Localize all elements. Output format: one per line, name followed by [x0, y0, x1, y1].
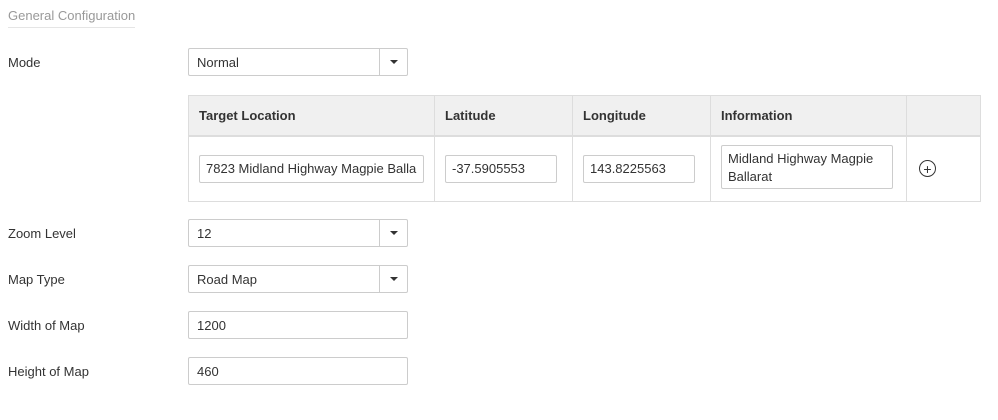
height-of-map-label: Height of Map [8, 364, 89, 379]
width-of-map-label: Width of Map [8, 318, 85, 333]
map-type-dropdown-toggle[interactable] [379, 266, 407, 292]
longitude-cell [572, 135, 711, 202]
information-cell: Midland Highway Magpie Ballarat [710, 135, 907, 202]
plus-circle-icon[interactable]: + [919, 160, 936, 178]
column-header-information: Information [710, 95, 907, 137]
section-title: General Configuration [8, 8, 136, 28]
caret-down-icon [389, 60, 398, 64]
mode-select[interactable]: Normal [188, 48, 408, 76]
zoom-level-select-value: 12 [197, 225, 212, 241]
table-header-row: Target Location Latitude Longitude Infor… [188, 95, 981, 137]
width-of-map-input[interactable] [188, 311, 408, 339]
target-location-input[interactable] [199, 154, 424, 183]
mode-label: Mode [8, 55, 41, 70]
actions-cell: + [906, 135, 981, 202]
general-configuration-page: General Configuration Mode Normal Target… [0, 0, 998, 420]
latitude-cell [434, 135, 573, 202]
height-of-map-input[interactable] [188, 357, 408, 385]
column-header-actions [906, 95, 981, 137]
map-type-label: Map Type [8, 272, 65, 287]
zoom-level-select[interactable]: 12 [188, 219, 408, 247]
mode-dropdown-toggle[interactable] [379, 49, 407, 75]
caret-down-icon [389, 231, 398, 235]
zoom-level-label: Zoom Level [8, 226, 76, 241]
column-header-latitude: Latitude [434, 95, 573, 137]
information-textarea[interactable]: Midland Highway Magpie Ballarat [721, 145, 893, 190]
table-row: Midland Highway Magpie Ballarat + [188, 135, 981, 202]
latitude-input[interactable] [445, 154, 557, 183]
column-header-longitude: Longitude [572, 95, 711, 137]
column-header-target-location: Target Location [188, 95, 435, 137]
target-location-cell [188, 135, 435, 202]
zoom-level-dropdown-toggle[interactable] [379, 220, 407, 246]
longitude-input[interactable] [583, 154, 695, 183]
caret-down-icon [389, 277, 398, 281]
map-type-select-value: Road Map [197, 271, 257, 287]
locations-table: Target Location Latitude Longitude Infor… [188, 95, 981, 202]
map-type-select[interactable]: Road Map [188, 265, 408, 293]
mode-select-value: Normal [197, 54, 239, 70]
